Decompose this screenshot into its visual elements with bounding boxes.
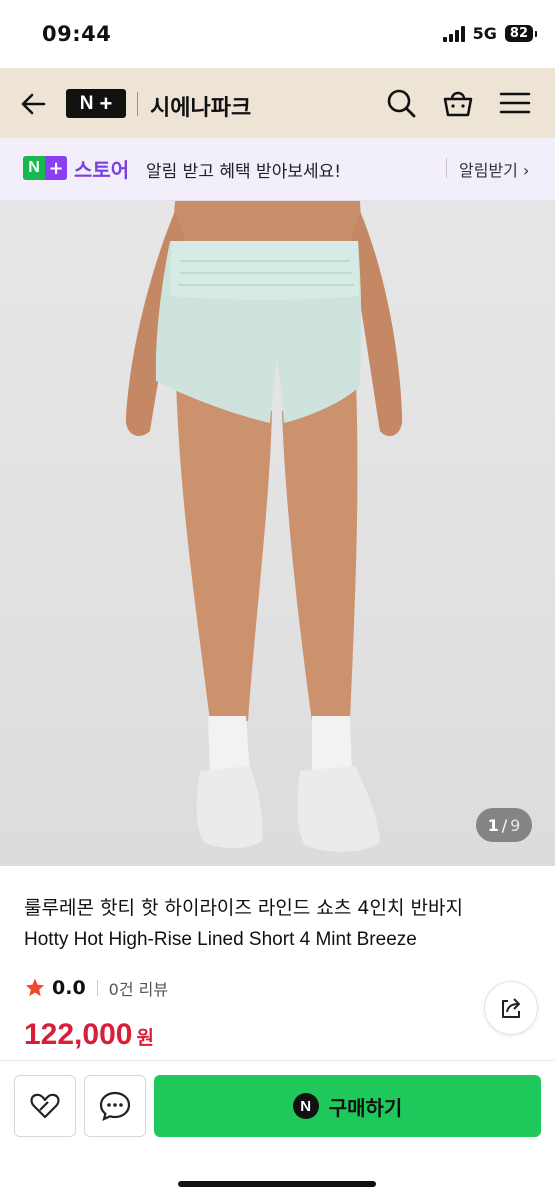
- product-photo: [125, 201, 403, 852]
- banner-logo-plus: +: [45, 156, 67, 180]
- rating-divider: [96, 980, 98, 996]
- battery-icon: 82: [504, 25, 538, 42]
- network-label: 5G: [472, 24, 497, 43]
- status-time: 09:44: [42, 22, 112, 46]
- menu-button[interactable]: [498, 86, 532, 120]
- product-title-korean: 룰루레몬 핫티 핫 하이라이즈 라인드 쇼츠 4인치 반바지: [24, 897, 463, 919]
- logo-plus: +: [99, 90, 113, 116]
- buy-button[interactable]: N 구매하기: [154, 1075, 541, 1137]
- star-icon: [25, 978, 45, 997]
- store-header: N + 시에나파크: [0, 68, 555, 138]
- chat-icon: [99, 1091, 131, 1121]
- image-counter-total: 9: [510, 815, 521, 835]
- bottom-action-bar: N 구매하기: [0, 1060, 555, 1200]
- search-button[interactable]: [384, 86, 418, 120]
- product-image[interactable]: 1 / 9: [0, 201, 555, 866]
- store-name[interactable]: 시에나파크: [150, 90, 251, 122]
- chat-button[interactable]: [84, 1075, 146, 1137]
- naver-pay-icon: N: [292, 1093, 319, 1119]
- back-arrow-icon: [21, 93, 46, 115]
- rating-row: 0.0 0건 리뷰: [24, 975, 168, 1001]
- image-counter: 1 / 9: [476, 808, 532, 842]
- price-currency: 원: [136, 1027, 154, 1049]
- cart-button[interactable]: [441, 86, 475, 120]
- product-price: 122,000: [24, 1018, 133, 1051]
- buy-button-label: 구매하기: [328, 1095, 403, 1120]
- menu-icon: [499, 92, 531, 114]
- signal-icon: [442, 25, 465, 42]
- banner-logo-letter: N: [23, 156, 45, 180]
- rating-value: 0.0: [52, 977, 86, 999]
- notification-banner: N + 스토어 알림 받고 혜택 받아보세요! 알림받기 ›: [0, 138, 555, 201]
- status-indicators: 5G 82: [442, 24, 538, 43]
- review-count-link[interactable]: 0건 리뷰: [109, 976, 168, 1000]
- home-indicator[interactable]: [178, 1181, 376, 1187]
- image-counter-current: 1: [487, 815, 499, 835]
- price-row: 122,000 원: [24, 1018, 154, 1052]
- product-title-english: Hotty Hot High-Rise Lined Short 4 Mint B…: [24, 929, 417, 950]
- notification-subscribe-link[interactable]: 알림받기 ›: [459, 157, 529, 181]
- naver-plus-store-logo: N +: [23, 156, 67, 180]
- search-icon: [387, 89, 416, 118]
- back-button[interactable]: [18, 88, 50, 120]
- banner-divider: [446, 158, 447, 178]
- naver-plus-logo[interactable]: N +: [66, 89, 126, 118]
- shopping-bag-icon: [443, 91, 473, 117]
- logo-letter: N: [79, 92, 94, 114]
- banner-store-label: 스토어: [74, 158, 130, 182]
- header-divider: [137, 92, 138, 116]
- share-button[interactable]: [484, 981, 538, 1035]
- share-icon: [502, 998, 520, 1018]
- heart-icon: [30, 1093, 60, 1119]
- status-bar: 09:44 5G 82: [0, 0, 555, 68]
- image-counter-separator: /: [501, 815, 508, 835]
- banner-message: 알림 받고 혜택 받아보세요!: [146, 162, 342, 182]
- wishlist-button[interactable]: [14, 1075, 76, 1137]
